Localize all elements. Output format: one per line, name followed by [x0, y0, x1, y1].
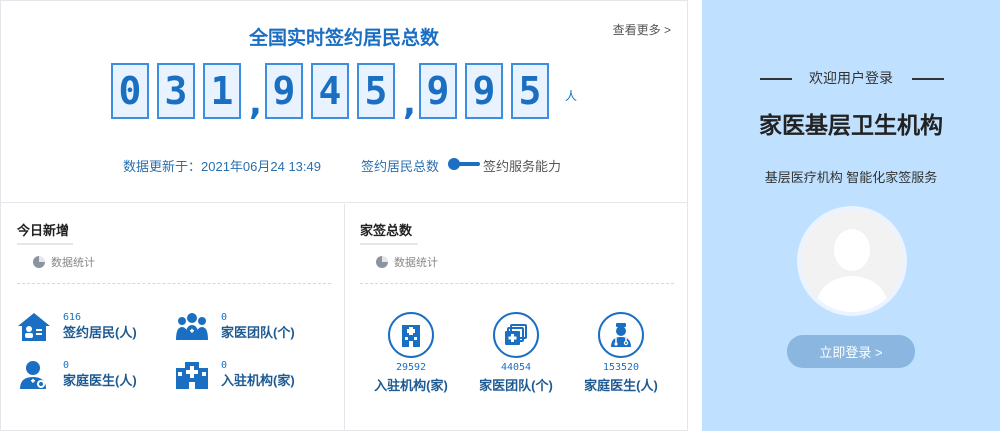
total-panel: 家签总数 数据统计 29592 入驻机构(家) 44054 家医团队(个) 15… [346, 204, 687, 431]
item-value: 0 [63, 360, 70, 371]
item-value: 616 [63, 312, 82, 323]
total-item-teams: 44054 家医团队(个) [471, 312, 561, 394]
counter-digit: 3 [157, 63, 195, 119]
building-icon [388, 312, 434, 358]
counter-digit: 4 [311, 63, 349, 119]
counter-digit: 9 [419, 63, 457, 119]
view-toggle[interactable] [448, 158, 480, 170]
org-description: 基层医疗机构 智能化家签服务 [764, 170, 938, 185]
toggle-knob [448, 158, 460, 170]
total-stat-label: 数据统计 [376, 254, 438, 270]
login-panel: 欢迎用户登录 家医基层卫生机构 基层医疗机构 智能化家签服务 立即登录 > [702, 0, 1000, 431]
medical-folder-icon [493, 312, 539, 358]
divider [17, 283, 331, 284]
item-label: 入驻机构(家) [374, 378, 448, 393]
pie-chart-icon [33, 256, 45, 268]
today-stat-label: 数据统计 [33, 254, 95, 270]
counter-unit: 人 [565, 89, 578, 103]
item-label: 家医团队(个) [479, 378, 553, 393]
org-title: 家医基层卫生机构 [759, 112, 943, 138]
stat-label-text: 数据统计 [394, 257, 438, 269]
user-silhouette-icon [801, 210, 903, 312]
doctor-icon [20, 361, 46, 389]
today-item-institutions: 0 入驻机构(家) [175, 360, 295, 390]
counter-digit: 1 [203, 63, 241, 119]
page-title: 全国实时签约居民总数 [248, 28, 439, 49]
welcome-text: 欢迎用户登录 [809, 70, 893, 86]
divider [360, 283, 674, 284]
toggle-label-capacity[interactable]: 签约服务能力 [483, 156, 561, 175]
item-label: 家庭医生(人) [63, 373, 137, 388]
item-value: 29592 [395, 362, 427, 373]
today-item-teams: 0 家医团队(个) [175, 312, 295, 342]
update-time: 数据更新于：2021年06月24 13:49 [123, 159, 321, 174]
item-value: 44054 [500, 362, 532, 373]
total-item-institutions: 29592 入驻机构(家) [366, 312, 456, 394]
realtime-panel: 全国实时签约居民总数 查看更多 > 0 3 1 , 9 4 5 , 9 9 5 … [1, 1, 687, 203]
item-value: 0 [221, 360, 228, 371]
house-person-icon [18, 313, 50, 341]
item-value: 153520 [602, 362, 640, 373]
login-button[interactable]: 立即登录 > [787, 335, 915, 368]
toggle-label-residents[interactable]: 签约居民总数 [361, 156, 439, 175]
doctor-stethoscope-icon [598, 312, 644, 358]
pie-chart-icon [376, 256, 388, 268]
counter-digit: 9 [465, 63, 503, 119]
counter-digit: 5 [511, 63, 549, 119]
hospital-icon [176, 362, 208, 389]
counter-separator: , [249, 83, 262, 123]
total-item-doctors: 153520 家庭医生(人) [576, 312, 666, 394]
item-label: 家庭医生(人) [584, 378, 658, 393]
counter-digit: 5 [357, 63, 395, 119]
item-label: 入驻机构(家) [221, 373, 295, 388]
decor-line-right [912, 78, 944, 80]
today-panel: 今日新增 数据统计 616 签约居民(人) 0 家医团队(个) 0 家庭医生(人… [1, 204, 345, 431]
today-title: 今日新增 [17, 220, 73, 245]
team-icon [176, 313, 208, 340]
item-label: 家医团队(个) [221, 325, 295, 340]
today-item-doctors: 0 家庭医生(人) [17, 360, 137, 390]
stat-label-text: 数据统计 [51, 257, 95, 269]
view-more-link[interactable]: 查看更多 > [613, 21, 671, 38]
counter-digit: 0 [111, 63, 149, 119]
total-title: 家签总数 [360, 220, 418, 245]
today-item-residents: 616 签约居民(人) [17, 312, 137, 342]
counter-digit: 9 [265, 63, 303, 119]
stats-area: 全国实时签约居民总数 查看更多 > 0 3 1 , 9 4 5 , 9 9 5 … [0, 0, 688, 431]
avatar [797, 206, 907, 316]
counter-separator: , [403, 83, 416, 123]
item-label: 签约居民(人) [63, 325, 137, 340]
item-value: 0 [221, 312, 228, 323]
